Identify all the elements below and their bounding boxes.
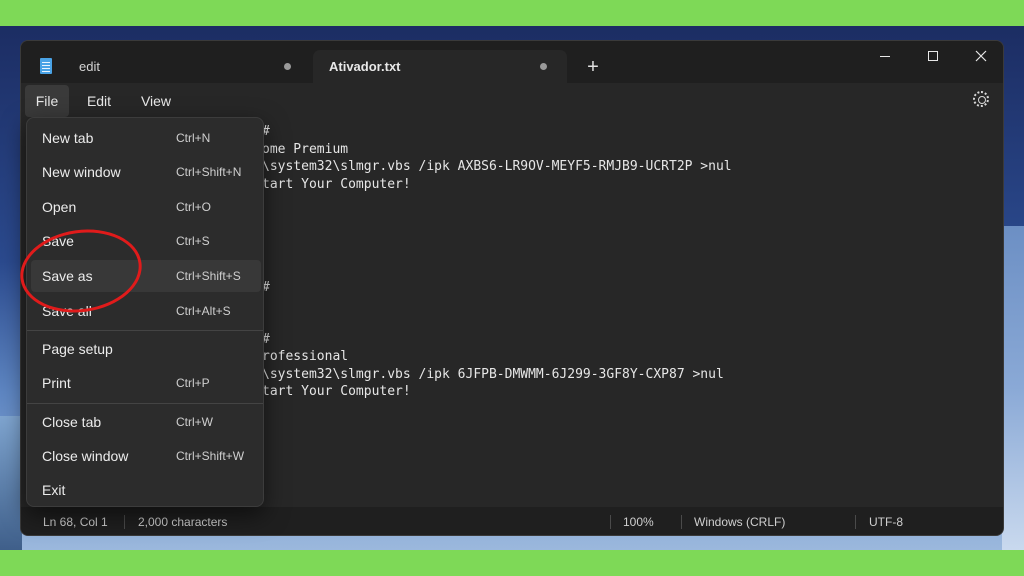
editor-line: tart Your Computer!: [262, 177, 411, 192]
close-icon: [975, 50, 987, 62]
menu-item-shortcut: Ctrl+N: [176, 131, 211, 145]
notepad-icon: [40, 58, 52, 74]
menu-item-shortcut: Ctrl+Shift+W: [176, 449, 245, 463]
new-tab-button[interactable]: +: [581, 55, 605, 79]
tab-label: Ativador.txt: [329, 59, 401, 74]
status-divider: [681, 515, 682, 529]
menu-item-shortcut: Ctrl+O: [176, 200, 212, 214]
tab-edit[interactable]: edit: [29, 50, 311, 83]
menu-item-shortcut: Ctrl+Alt+S: [176, 304, 231, 318]
menu-exit[interactable]: Exit: [31, 474, 261, 506]
menu-new-window[interactable]: New window Ctrl+Shift+N: [31, 156, 261, 188]
title-bar: edit Ativador.txt +: [21, 41, 1003, 83]
file-menu-dropdown: New tab Ctrl+N New window Ctrl+Shift+N O…: [26, 117, 264, 507]
wallpaper-right-edge: [1002, 226, 1024, 550]
menu-separator: [27, 403, 263, 404]
menu-close-tab[interactable]: Close tab Ctrl+W: [31, 406, 261, 438]
menu-item-label: Print: [42, 375, 71, 391]
settings-gear-icon[interactable]: [973, 91, 989, 107]
editor-line: rofessional: [262, 349, 349, 364]
menu-item-label: Close window: [42, 448, 129, 464]
minimize-button[interactable]: [861, 41, 909, 71]
menu-file[interactable]: File: [25, 85, 69, 117]
menu-item-shortcut: Ctrl+S: [176, 234, 210, 248]
menu-item-shortcut: Ctrl+Shift+S: [176, 269, 241, 283]
status-divider: [124, 515, 125, 529]
tab-label: edit: [79, 59, 100, 74]
menu-view[interactable]: View: [133, 85, 179, 117]
maximize-button[interactable]: [909, 41, 957, 71]
character-count: 2,000 characters: [138, 515, 228, 529]
menu-item-label: New tab: [42, 130, 94, 146]
status-divider: [855, 515, 856, 529]
menu-item-label: New window: [42, 164, 121, 180]
menu-print[interactable]: Print Ctrl+P: [31, 367, 261, 399]
close-button[interactable]: [957, 41, 1003, 71]
menu-open[interactable]: Open Ctrl+O: [31, 191, 261, 223]
menu-item-shortcut: Ctrl+W: [176, 415, 213, 429]
status-divider: [610, 515, 611, 529]
menu-edit[interactable]: Edit: [77, 85, 121, 117]
menu-item-shortcut: Ctrl+P: [176, 376, 210, 390]
editor-line: ome Premium: [262, 142, 349, 157]
minimize-icon: [880, 55, 890, 57]
editor-line: tart Your Computer!: [262, 384, 411, 399]
editor-line: \system32\slmgr.vbs /ipk AXBS6-LR9OV-MEY…: [262, 159, 732, 174]
line-ending[interactable]: Windows (CRLF): [694, 507, 785, 535]
menu-item-label: Close tab: [42, 414, 102, 430]
menu-item-shortcut: Ctrl+Shift+N: [176, 165, 242, 179]
editor-line: \system32\slmgr.vbs /ipk 6JFPB-DMWMM-6J2…: [262, 367, 724, 382]
menu-bar: File Edit View: [21, 83, 1003, 117]
status-bar: Ln 68, Col 1 2,000 characters 100% Windo…: [21, 507, 1003, 535]
menu-item-label: Open: [42, 199, 77, 215]
unsaved-dot-icon: [540, 63, 547, 70]
menu-item-label: Exit: [42, 482, 66, 498]
wallpaper-left-edge: [0, 416, 22, 550]
menu-new-tab[interactable]: New tab Ctrl+N: [31, 122, 261, 154]
menu-separator: [27, 330, 263, 331]
cursor-position: Ln 68, Col 1: [43, 515, 108, 529]
maximize-icon: [928, 51, 938, 61]
tab-ativador[interactable]: Ativador.txt: [313, 50, 567, 83]
menu-item-label: Page setup: [42, 341, 113, 357]
encoding[interactable]: UTF-8: [869, 507, 903, 535]
menu-page-setup[interactable]: Page setup: [31, 333, 261, 365]
menu-close-window[interactable]: Close window Ctrl+Shift+W: [31, 440, 261, 472]
unsaved-dot-icon: [284, 63, 291, 70]
zoom-level[interactable]: 100%: [623, 507, 654, 535]
